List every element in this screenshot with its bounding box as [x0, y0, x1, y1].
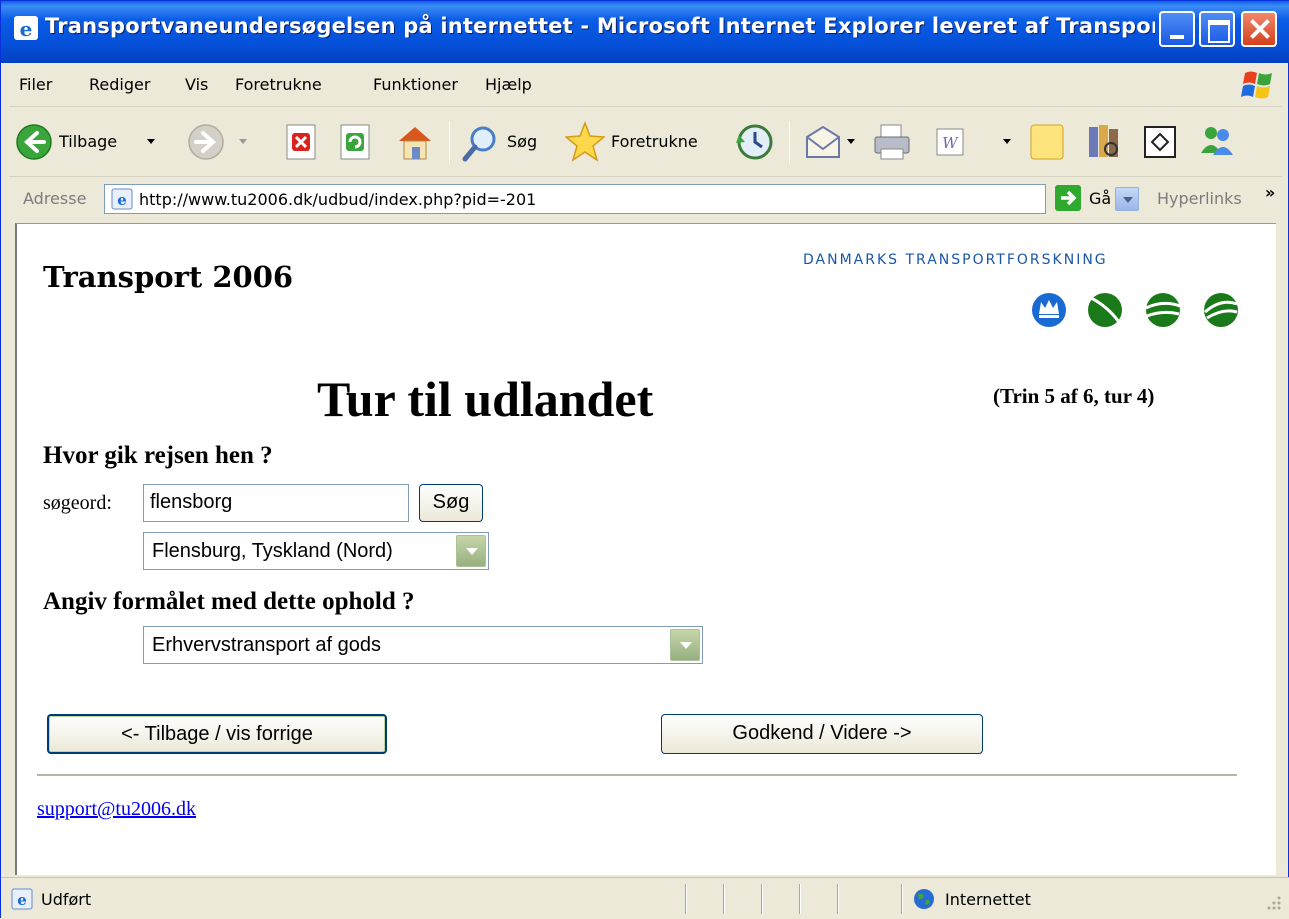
forward-dropdown-icon[interactable] — [239, 139, 247, 144]
back-arrow-icon — [16, 124, 52, 160]
menu-vis[interactable]: Vis — [185, 75, 208, 94]
previous-button[interactable]: <- Tilbage / vis forrige — [47, 714, 387, 754]
menu-filer[interactable]: Filer — [19, 75, 52, 94]
chevron-down-icon[interactable] — [456, 535, 486, 567]
menu-bar: Filer Rediger Vis Foretrukne Funktioner … — [9, 63, 1282, 107]
search-label: Søg — [507, 132, 538, 151]
status-bar: e Udført Internettet — [1, 877, 1289, 919]
status-text: Udført — [41, 890, 92, 909]
status-separator — [761, 884, 763, 914]
mail-button[interactable] — [803, 119, 863, 165]
status-separator — [723, 884, 725, 914]
back-label: Tilbage — [59, 132, 118, 151]
maximize-button[interactable] — [1199, 11, 1235, 47]
window-title: Transportvaneundersøgelsen på internette… — [45, 14, 1155, 38]
status-separator — [799, 884, 801, 914]
site-title: Transport 2006 — [43, 260, 294, 294]
research-icon[interactable] — [1085, 119, 1125, 165]
minimize-button[interactable] — [1159, 11, 1195, 47]
menu-hjaelp[interactable]: Hjælp — [485, 75, 532, 94]
purpose-select[interactable]: Erhvervstransport af gods — [143, 626, 703, 664]
step-indicator: (Trin 5 af 6, tur 4) — [993, 384, 1155, 408]
search-field-label: søgeord: — [43, 492, 112, 514]
forward-arrow-icon — [188, 124, 224, 160]
windows-logo-icon — [1241, 71, 1272, 99]
address-label: Adresse — [23, 189, 87, 208]
toolbar-separator — [789, 121, 790, 163]
menu-rediger[interactable]: Rediger — [89, 75, 150, 94]
favorites-label: Foretrukne — [611, 132, 698, 151]
close-button[interactable] — [1241, 11, 1277, 47]
svg-text:e: e — [117, 191, 127, 209]
mail-icon — [806, 125, 840, 158]
stop-icon[interactable] — [283, 119, 321, 165]
resize-grip-icon[interactable] — [1263, 892, 1283, 912]
divider — [37, 774, 1237, 776]
approve-next-button[interactable]: Godkend / Videre -> — [661, 714, 983, 754]
print-icon[interactable] — [871, 119, 915, 165]
status-separator — [901, 884, 903, 914]
destination-select[interactable]: Flensburg, Tyskland (Nord) — [143, 532, 489, 570]
internet-explorer-icon: e — [14, 16, 38, 41]
organization-logo-icons — [1032, 293, 1238, 327]
page-icon: e — [111, 188, 133, 210]
edit-dropdown-icon[interactable] — [1003, 139, 1011, 144]
page-done-icon: e — [11, 888, 33, 910]
svg-text:W: W — [942, 134, 959, 152]
status-separator — [685, 884, 687, 914]
svg-text:e: e — [20, 17, 33, 41]
address-dropdown-icon[interactable] — [1115, 187, 1139, 211]
address-input[interactable]: e http://www.tu2006.dk/udbud/index.php?p… — [104, 184, 1139, 214]
back-dropdown-icon[interactable] — [147, 139, 155, 144]
back-button[interactable]: Tilbage — [15, 119, 165, 165]
messenger-icon[interactable] — [1195, 119, 1239, 165]
links-toolbar[interactable]: Hyperlinks — [1157, 189, 1242, 208]
zone-label: Internettet — [945, 890, 1031, 909]
page-content: Transport 2006 Danmarks TransportForskni… — [15, 223, 1276, 875]
toolbar-separator — [449, 121, 450, 163]
address-bar: Adresse e http://www.tu2006.dk/udbud/ind… — [9, 177, 1282, 221]
history-icon[interactable] — [733, 119, 777, 165]
organization-logo-text: Danmarks TransportForskning — [803, 252, 1108, 268]
purpose-question: Angiv formålet med dette ophold ? — [43, 588, 415, 615]
links-chevron-icon[interactable]: » — [1265, 183, 1275, 202]
search-input[interactable]: flensborg — [143, 484, 409, 522]
refresh-icon[interactable] — [337, 119, 375, 165]
title-bar[interactable]: e Transportvaneundersøgelsen på internet… — [1, 1, 1289, 63]
page-heading: Tur til udlandet — [317, 371, 654, 427]
destination-question: Hvor gik rejsen hen ? — [43, 442, 273, 469]
magnifier-icon — [462, 126, 496, 162]
status-separator — [837, 884, 839, 914]
menu-funktioner[interactable]: Funktioner — [373, 75, 458, 94]
browser-window: e Transportvaneundersøgelsen på internet… — [0, 0, 1289, 919]
word-edit-icon[interactable]: W — [933, 119, 967, 165]
star-icon — [565, 121, 605, 162]
support-email-link[interactable]: support@tu2006.dk — [37, 798, 196, 821]
svg-text:e: e — [17, 891, 27, 909]
home-icon[interactable] — [393, 119, 437, 165]
search-submit-button[interactable]: Søg — [419, 484, 483, 522]
mail-dropdown-icon[interactable] — [847, 139, 855, 144]
go-label: Gå — [1089, 189, 1112, 208]
purpose-selected-value: Erhvervstransport af gods — [152, 634, 381, 656]
destination-selected-value: Flensburg, Tyskland (Nord) — [152, 540, 393, 562]
url-text: http://www.tu2006.dk/udbud/index.php?pid… — [139, 190, 537, 209]
messenger-window-icon[interactable] — [1141, 119, 1181, 165]
globe-icon — [914, 889, 934, 909]
standard-toolbar: Tilbage Søg Foretrukne W — [9, 107, 1282, 177]
chevron-down-icon[interactable] — [670, 629, 700, 661]
discuss-icon[interactable] — [1027, 119, 1067, 165]
forward-button[interactable] — [187, 119, 257, 165]
search-button[interactable]: Søg — [461, 119, 561, 165]
go-arrow-icon — [1055, 185, 1081, 211]
menu-foretrukne[interactable]: Foretrukne — [235, 75, 322, 94]
favorites-button[interactable]: Foretrukne — [565, 119, 725, 165]
